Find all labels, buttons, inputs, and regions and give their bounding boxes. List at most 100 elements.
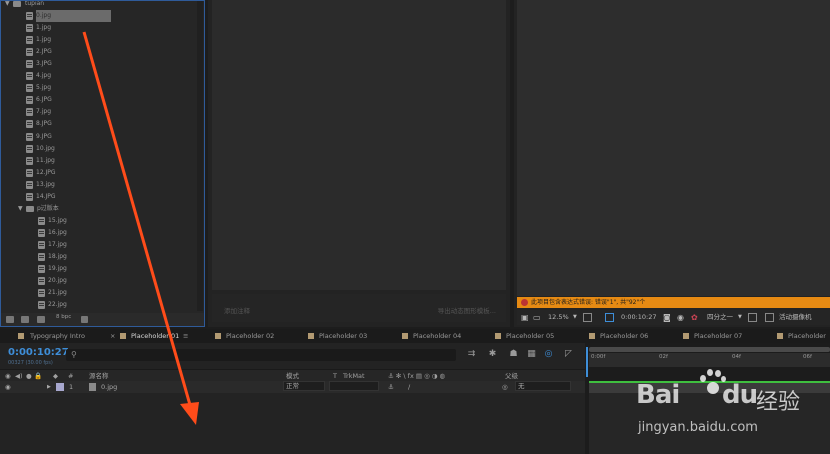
- viewer-canvas[interactable]: [517, 0, 830, 296]
- region-icon[interactable]: ▣: [521, 310, 529, 325]
- grid-toggle-icon[interactable]: [583, 313, 592, 322]
- expression-error-banner[interactable]: 此项目包含表达式错误: 错误"1", 共"92"个: [517, 297, 830, 308]
- trash-icon[interactable]: [81, 316, 88, 323]
- blend-mode-select[interactable]: 正常: [283, 381, 325, 391]
- graph-editor-icon[interactable]: ◸: [563, 349, 574, 359]
- image-file-icon: [26, 36, 33, 45]
- after-effects-window: ▼ tupian 0.jpg 1.jpg 1.jpg 2.JPG 3.JPG 4.jpg 5…: [0, 0, 830, 454]
- tab-placeholder-03[interactable]: Placeholder 03: [308, 329, 367, 343]
- frame-blending-icon[interactable]: ▦: [526, 349, 537, 359]
- export-template-button[interactable]: 导出动态图形模板...: [438, 305, 496, 315]
- quality-switch-icon[interactable]: /: [408, 381, 410, 393]
- monitor-icon[interactable]: ▭: [533, 310, 541, 325]
- file-name: 18.jpg: [48, 253, 67, 260]
- time-ruler[interactable]: 0:00f 02f 04f 06f: [589, 353, 830, 367]
- pickwhip-icon[interactable]: ◎: [502, 381, 508, 393]
- draft-3d-icon[interactable]: ✱: [487, 349, 498, 359]
- resolution-select[interactable]: 四分之一: [707, 310, 733, 325]
- layer-row[interactable]: ◉ ▶ 1 0.jpg 正常 ⚓ / ◎ 无: [0, 381, 585, 393]
- bit-depth-button[interactable]: 8 bpc: [56, 314, 71, 320]
- file-row[interactable]: 10.jpg: [1, 143, 194, 155]
- file-row[interactable]: 5.jpg: [1, 82, 194, 94]
- file-row[interactable]: 4.jpg: [1, 70, 194, 82]
- file-row[interactable]: 21.jpg: [1, 287, 194, 299]
- show-snapshot-icon[interactable]: ◉: [677, 310, 684, 325]
- image-file-icon: [26, 156, 33, 165]
- tab-placeholder-01[interactable]: Placeholder 01: [120, 329, 179, 343]
- file-row[interactable]: 22.jpg: [1, 299, 194, 311]
- tab-placeholder-06[interactable]: Placeholder 06: [589, 329, 648, 343]
- file-row[interactable]: 17.jpg: [1, 239, 194, 251]
- tab-typography-intro[interactable]: Typography Intro: [18, 329, 85, 343]
- tab-placeholder-08[interactable]: Placeholder 0: [777, 329, 830, 354]
- transparency-grid-icon[interactable]: [765, 313, 774, 322]
- snapshot-icon[interactable]: ◙: [663, 310, 671, 325]
- menu-icon[interactable]: ≡: [183, 329, 188, 343]
- region-of-interest-icon[interactable]: [748, 313, 757, 322]
- eye-icon[interactable]: ◉: [5, 381, 11, 393]
- new-folder-icon[interactable]: [21, 316, 29, 323]
- parent-select[interactable]: 无: [515, 381, 571, 391]
- file-name: 9.JPG: [36, 132, 52, 140]
- file-row[interactable]: 8.JPG: [1, 118, 194, 130]
- expand-triangle-icon[interactable]: ▶: [47, 381, 51, 393]
- file-row[interactable]: 1.jpg: [1, 22, 194, 34]
- file-row[interactable]: 11.jpg: [1, 155, 194, 167]
- expand-triangle-icon[interactable]: ▼: [18, 203, 23, 215]
- chevron-down-icon[interactable]: ▼: [738, 310, 742, 325]
- add-comment-button[interactable]: 添加注释: [224, 305, 250, 315]
- file-name: 21.jpg: [48, 289, 67, 297]
- subfolder-row[interactable]: ▼ p过版本: [1, 203, 194, 215]
- motion-blur-icon[interactable]: ◎: [543, 349, 554, 359]
- new-composition-icon[interactable]: [37, 316, 45, 323]
- trkmat-select[interactable]: [329, 381, 379, 391]
- file-row[interactable]: 13.jpg: [1, 179, 194, 191]
- tab-placeholder-04[interactable]: Placeholder 04: [402, 329, 461, 343]
- expand-triangle-icon[interactable]: ▼: [5, 1, 10, 10]
- viewer-timecode[interactable]: 0:00:10:27: [621, 310, 657, 325]
- layer-color-swatch[interactable]: [56, 383, 64, 391]
- shy-layers-icon[interactable]: ☗: [508, 349, 519, 359]
- file-row[interactable]: 2.JPG: [1, 46, 194, 58]
- image-file-icon: [26, 48, 33, 57]
- file-name: 22.jpg: [48, 301, 67, 309]
- file-row[interactable]: 6.JPG: [1, 94, 194, 106]
- file-row[interactable]: 12.JPG: [1, 167, 194, 179]
- interpret-footage-icon[interactable]: [6, 316, 14, 323]
- zoom-select[interactable]: 12.5%: [548, 310, 569, 325]
- tab-placeholder-02[interactable]: Placeholder 02: [215, 329, 274, 343]
- layer-name[interactable]: 0.jpg: [101, 381, 117, 393]
- camera-select[interactable]: 活动摄像机: [779, 310, 812, 325]
- close-icon[interactable]: ×: [110, 329, 115, 343]
- file-row[interactable]: 1.jpg: [1, 34, 194, 46]
- file-name: 20.jpg: [48, 277, 67, 285]
- time-navigator[interactable]: [589, 347, 830, 352]
- file-name: 1.jpg: [36, 24, 52, 32]
- channel-icon[interactable]: ✿: [691, 310, 698, 325]
- playhead[interactable]: [586, 347, 588, 377]
- chevron-down-icon[interactable]: ▼: [573, 310, 577, 325]
- file-row[interactable]: 9.JPG: [1, 131, 194, 143]
- file-row[interactable]: 16.jpg: [1, 227, 194, 239]
- project-scrollbar[interactable]: [197, 1, 203, 311]
- file-name: 6.JPG: [36, 96, 52, 104]
- file-row[interactable]: 3.JPG: [1, 58, 194, 70]
- tab-placeholder-05[interactable]: Placeholder 05: [495, 329, 554, 343]
- shy-switch-icon[interactable]: ⚓: [388, 381, 394, 393]
- layer-search-input[interactable]: ⚲: [66, 349, 456, 361]
- file-row[interactable]: 7.jpg: [1, 106, 194, 118]
- image-file-icon: [26, 144, 33, 153]
- mask-toggle-icon[interactable]: [605, 313, 614, 322]
- tab-placeholder-07[interactable]: Placeholder 07: [683, 329, 742, 343]
- file-row[interactable]: 18.jpg: [1, 251, 194, 263]
- file-row[interactable]: 15.jpg: [1, 215, 194, 227]
- file-row[interactable]: 0.jpg: [1, 10, 194, 22]
- file-row[interactable]: 14.JPG: [1, 191, 194, 203]
- current-time-display[interactable]: 0:00:10:27: [8, 347, 69, 358]
- file-row[interactable]: 20.jpg: [1, 275, 194, 287]
- image-file-icon: [26, 120, 33, 129]
- comp-mini-flowchart-icon[interactable]: ⇉: [466, 349, 477, 359]
- file-name: 8.JPG: [36, 120, 52, 128]
- file-row[interactable]: 19.jpg: [1, 263, 194, 275]
- folder-row[interactable]: ▼ tupian: [1, 1, 194, 10]
